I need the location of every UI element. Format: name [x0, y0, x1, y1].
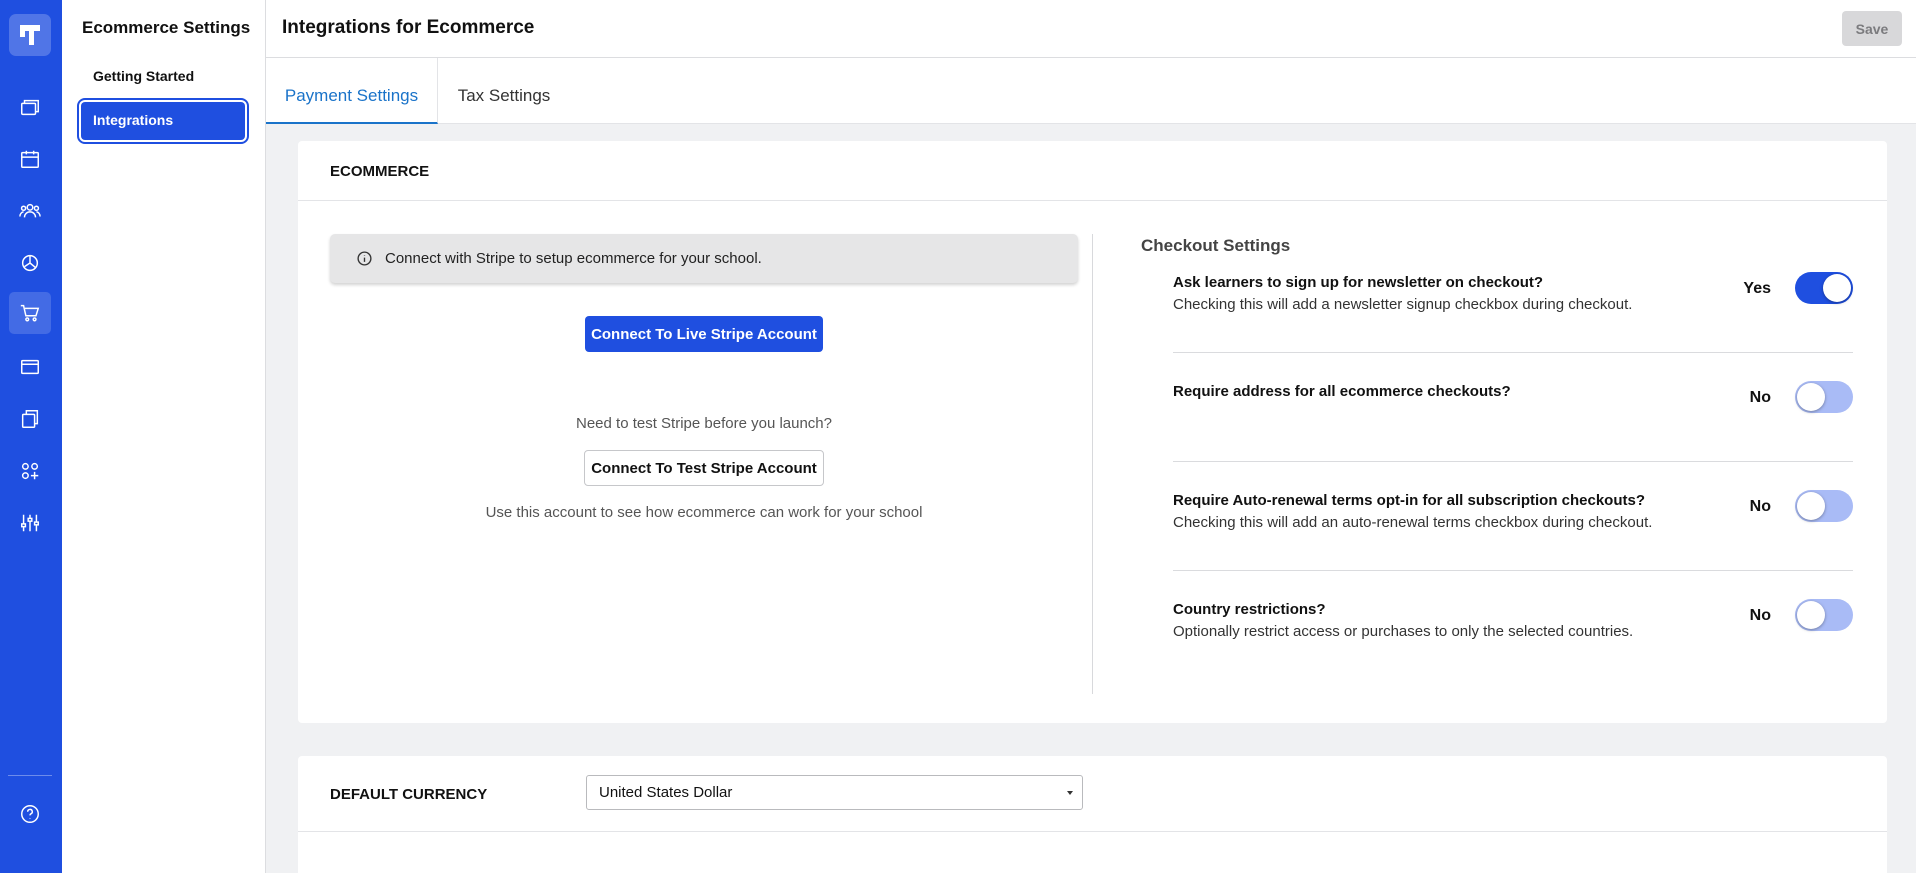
test-stripe-question: Need to test Stripe before you launch? [576, 415, 832, 432]
currency-selected-value: United States Dollar [599, 784, 733, 801]
ecommerce-card: ECOMMERCE Connect with Stripe to setup e… [298, 141, 1887, 723]
setting-state: No [1749, 389, 1771, 406]
setting-divider [1173, 570, 1853, 571]
page-header: Integrations for Ecommerce Save [266, 0, 1916, 58]
setting-state: No [1749, 498, 1771, 515]
toggle-knob [1823, 274, 1851, 302]
stripe-notice-text: Connect with Stripe to setup ecommerce f… [385, 250, 762, 267]
caret-down-icon [1067, 791, 1073, 795]
pages-icon[interactable] [15, 404, 45, 434]
setting-description: Checking this will add a newsletter sign… [1173, 296, 1633, 313]
auto-renewal-toggle[interactable] [1795, 490, 1853, 522]
column-divider [1092, 234, 1093, 694]
app-nav-rail [0, 0, 62, 873]
default-currency-label: DEFAULT CURRENCY [330, 786, 488, 803]
newsletter-toggle[interactable] [1795, 272, 1853, 304]
page-title: Integrations for Ecommerce [282, 17, 535, 38]
rail-divider [8, 775, 52, 776]
sidebar-title: Ecommerce Settings [82, 18, 251, 37]
setting-description: Checking this will add an auto-renewal t… [1173, 514, 1653, 531]
setting-country-restrictions: Country restrictions? Optionally restric… [1173, 599, 1853, 640]
toggle-knob [1797, 601, 1825, 629]
settings-sliders-icon[interactable] [15, 508, 45, 538]
setting-newsletter: Ask learners to sign up for newsletter o… [1173, 272, 1853, 313]
reports-icon[interactable] [15, 248, 45, 278]
toggle-knob [1797, 383, 1825, 411]
connect-live-stripe-button[interactable]: Connect To Live Stripe Account [585, 316, 823, 352]
setting-require-address: Require address for all ecommerce checko… [1173, 381, 1853, 413]
currency-select[interactable]: United States Dollar [586, 775, 1083, 810]
calendar-icon[interactable] [15, 144, 45, 174]
require-address-toggle[interactable] [1795, 381, 1853, 413]
sidebar-item-getting-started[interactable]: Getting Started [81, 58, 245, 96]
test-stripe-note: Use this account to see how ecommerce ca… [485, 504, 923, 521]
country-restrictions-toggle[interactable] [1795, 599, 1853, 631]
tab-tax-settings[interactable]: Tax Settings [438, 58, 570, 124]
default-currency-card: DEFAULT CURRENCY United States Dollar [298, 756, 1887, 873]
save-button[interactable]: Save [1842, 11, 1902, 46]
setting-description: Optionally restrict access or purchases … [1173, 623, 1634, 640]
toggle-knob [1797, 492, 1825, 520]
connect-test-stripe-button[interactable]: Connect To Test Stripe Account [584, 450, 824, 486]
billing-icon[interactable] [15, 352, 45, 382]
help-icon[interactable] [15, 799, 45, 829]
stripe-notice: Connect with Stripe to setup ecommerce f… [330, 234, 1078, 283]
courses-icon[interactable] [15, 92, 45, 122]
ecommerce-heading: ECOMMERCE [298, 141, 1887, 201]
setting-state: No [1749, 607, 1771, 624]
card-divider [298, 831, 1887, 832]
setting-divider [1173, 461, 1853, 462]
info-icon [357, 251, 372, 266]
checkout-settings-title: Checkout Settings [1141, 236, 1291, 255]
logo-icon[interactable] [9, 14, 51, 56]
apps-icon[interactable] [15, 456, 45, 486]
tab-bar: Payment Settings Tax Settings [266, 58, 1916, 124]
cart-icon[interactable] [9, 292, 51, 334]
setting-divider [1173, 352, 1853, 353]
setting-state: Yes [1743, 280, 1771, 297]
users-icon[interactable] [15, 196, 45, 226]
sidebar-item-integrations[interactable]: Integrations [77, 98, 249, 144]
setting-auto-renewal: Require Auto-renewal terms opt-in for al… [1173, 490, 1853, 531]
settings-sidebar: Ecommerce Settings Getting Started Integ… [62, 0, 266, 873]
tab-payment-settings[interactable]: Payment Settings [266, 58, 438, 124]
